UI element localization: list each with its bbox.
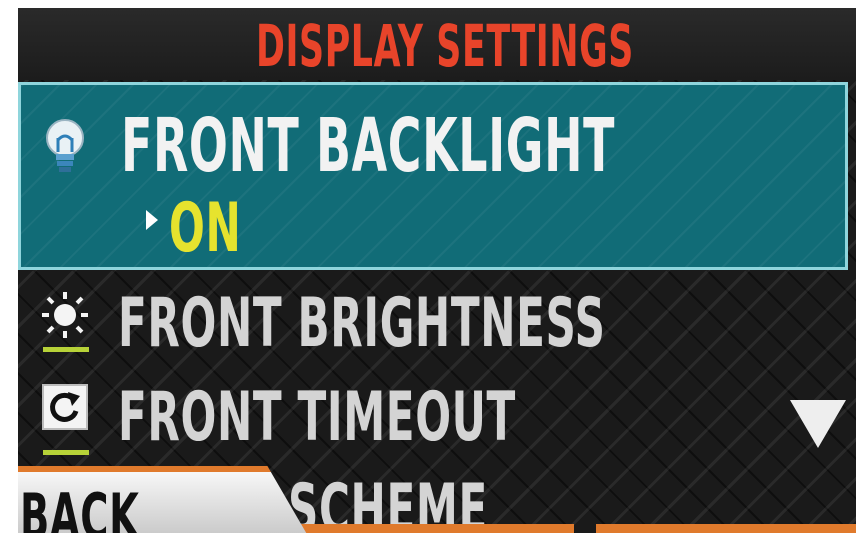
menu-item-label: FRONT TIMEOUT — [118, 378, 516, 457]
sun-icon — [42, 292, 88, 338]
accent-bar — [596, 524, 856, 533]
display-settings-screen: DISPLAY SETTINGS FRONT BACKLIGHT ON FRON… — [18, 8, 856, 533]
icon-underline — [43, 450, 89, 455]
triangle-right-icon — [146, 210, 158, 230]
back-button[interactable]: BACK — [18, 466, 308, 533]
backlight-value: ON — [169, 189, 242, 268]
menu-item-front-backlight[interactable]: FRONT BACKLIGHT ON — [18, 82, 848, 270]
page-title: DISPLAY SETTINGS — [256, 12, 634, 80]
menu-item-label: FRONT BRIGHTNESS — [118, 284, 606, 363]
scroll-down-icon[interactable] — [790, 400, 846, 448]
accent-bar — [298, 524, 574, 533]
icon-underline — [43, 347, 89, 352]
lightbulb-icon — [46, 119, 84, 172]
menu-item-front-timeout[interactable]: FRONT TIMEOUT — [18, 370, 778, 460]
back-label: BACK — [20, 480, 140, 533]
title-bar: DISPLAY SETTINGS — [18, 8, 856, 80]
refresh-icon — [42, 384, 88, 430]
menu-item-label: FRONT BACKLIGHT — [121, 103, 616, 189]
menu-item-front-brightness[interactable]: FRONT BRIGHTNESS — [18, 280, 778, 366]
